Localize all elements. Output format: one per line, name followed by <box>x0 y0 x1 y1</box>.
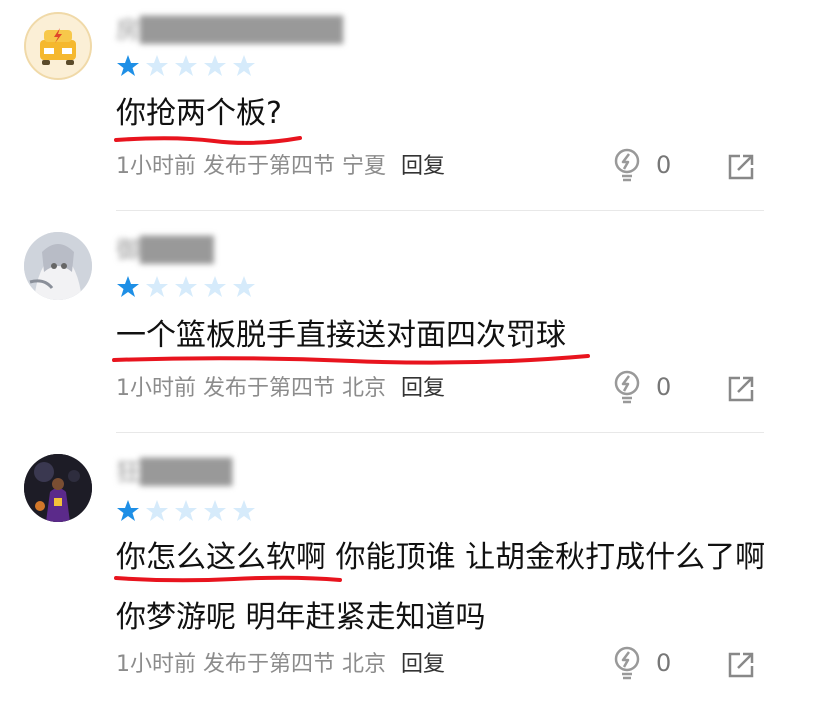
red-underline <box>112 354 590 365</box>
lightbulb-icon <box>614 646 640 680</box>
reply-button[interactable]: 回复 <box>401 154 445 179</box>
like-count: 0 <box>656 373 672 401</box>
comment-meta: 1小时前 发布于第四节 宁夏 回复 <box>116 152 445 182</box>
star-empty-icon <box>204 55 226 76</box>
star-empty-icon <box>175 55 197 76</box>
share-icon[interactable] <box>726 650 756 680</box>
star-empty-icon <box>204 276 226 297</box>
star-filled-icon <box>117 55 139 76</box>
comment-text: 你怎么这么软啊 你能顶谁 让胡金秋打成什么了啊 你梦游呢 明年赶紧走知道吗 <box>116 540 766 635</box>
star-empty-icon <box>233 276 255 297</box>
like-count: 0 <box>656 151 672 179</box>
share-icon[interactable] <box>726 374 756 404</box>
location: 北京 <box>342 376 387 401</box>
star-empty-icon <box>146 500 168 521</box>
rating-stars <box>116 54 256 78</box>
comment-time: 1小时前 <box>116 652 196 677</box>
location: 北京 <box>342 652 387 677</box>
star-empty-icon <box>204 500 226 521</box>
username[interactable]: 御████ <box>116 236 214 264</box>
divider <box>116 432 764 433</box>
like-button[interactable]: 0 <box>612 370 671 404</box>
username[interactable]: 房███████████ <box>116 16 343 44</box>
comment-meta: 1小时前 发布于第四节 北京 回复 <box>116 650 445 680</box>
star-empty-icon <box>175 500 197 521</box>
published-in: 发布于第四节 <box>203 154 336 179</box>
like-button[interactable]: 0 <box>612 148 671 182</box>
star-filled-icon <box>117 500 139 521</box>
star-empty-icon <box>233 55 255 76</box>
published-in: 发布于第四节 <box>203 652 336 677</box>
share-icon[interactable] <box>726 152 756 182</box>
star-empty-icon <box>146 55 168 76</box>
comment-time: 1小时前 <box>116 376 196 401</box>
rating-stars <box>116 499 256 523</box>
comment-meta: 1小时前 发布于第四节 北京 回复 <box>116 374 445 404</box>
reply-button[interactable]: 回复 <box>401 652 445 677</box>
username[interactable]: 狂█████ <box>116 458 232 486</box>
star-filled-icon <box>117 276 139 297</box>
star-empty-icon <box>233 500 255 521</box>
reply-button[interactable]: 回复 <box>401 376 445 401</box>
divider <box>116 210 764 211</box>
anime-character-avatar-icon <box>24 232 92 300</box>
lightbulb-icon <box>614 148 640 182</box>
star-empty-icon <box>175 276 197 297</box>
red-underline <box>114 575 342 583</box>
avatar[interactable] <box>24 12 92 80</box>
like-count: 0 <box>656 649 672 677</box>
lightning-car-avatar-icon <box>24 12 92 80</box>
basketball-player-avatar-icon <box>24 454 92 522</box>
lightbulb-icon <box>614 370 640 404</box>
published-in: 发布于第四节 <box>203 376 336 401</box>
avatar[interactable] <box>24 232 92 300</box>
location: 宁夏 <box>342 154 387 179</box>
avatar[interactable] <box>24 454 92 522</box>
star-empty-icon <box>146 276 168 297</box>
comment-time: 1小时前 <box>116 154 196 179</box>
like-button[interactable]: 0 <box>612 646 671 680</box>
red-underline <box>114 136 302 145</box>
rating-stars <box>116 275 256 299</box>
